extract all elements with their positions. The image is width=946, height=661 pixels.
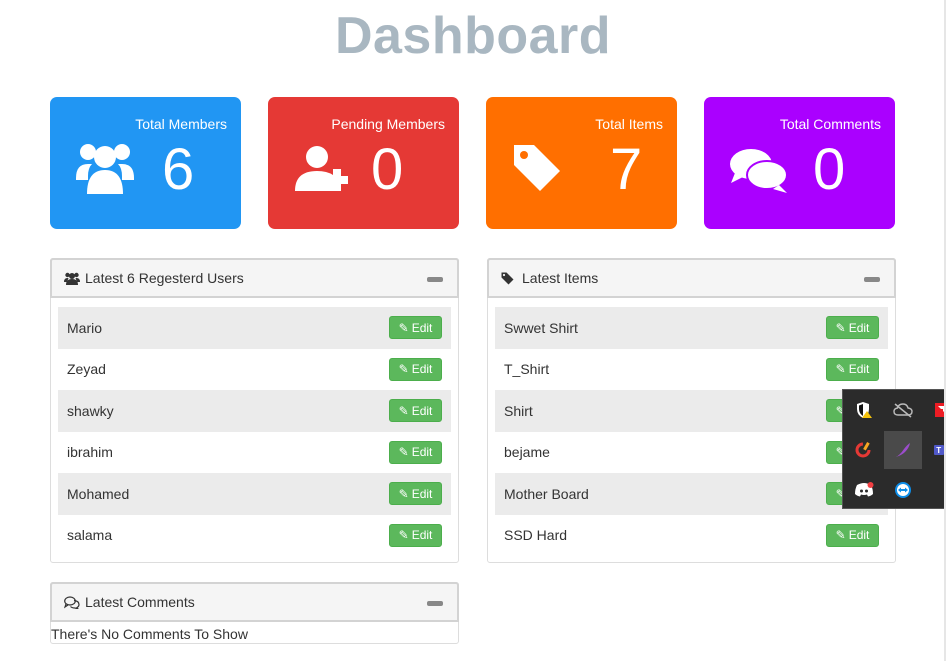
list-item: Shirt ✎Edit xyxy=(495,390,888,432)
item-name: Swwet Shirt xyxy=(504,319,578,336)
panel-heading: Latest Items xyxy=(487,258,896,298)
tag-icon xyxy=(501,271,517,285)
panel-title: Latest Items xyxy=(522,270,599,286)
collapse-icon[interactable] xyxy=(864,277,880,282)
edit-icon: ✎ xyxy=(835,362,846,377)
edit-button[interactable]: ✎Edit xyxy=(389,440,442,464)
stat-value: 6 xyxy=(162,137,195,202)
svg-text:T: T xyxy=(936,446,941,455)
item-name: bejame xyxy=(504,444,550,461)
stat-label: Pending Members xyxy=(331,116,445,132)
list-item: Swwet Shirt ✎ Edit xyxy=(495,307,888,349)
edit-button[interactable]: ✎Edit xyxy=(389,482,442,506)
security-warning-icon[interactable] xyxy=(845,391,883,429)
edit-icon: ✎ xyxy=(398,362,409,377)
edit-icon: ✎ xyxy=(835,320,846,335)
edit-icon: ✎ xyxy=(835,528,846,543)
stat-value: 0 xyxy=(371,137,404,202)
latest-users-panel: Latest 6 Regesterd Users Mario ✎ Edit Zey… xyxy=(50,258,459,563)
item-name: Mother Board xyxy=(504,485,589,502)
comments-icon xyxy=(730,149,788,193)
feather-icon[interactable] xyxy=(884,431,922,469)
latest-comments-panel: Latest Comments There's No Comments To S… xyxy=(50,582,459,644)
edit-icon: ✎ xyxy=(398,486,409,501)
ccleaner-icon[interactable] xyxy=(845,431,883,469)
list-item: Mohamed ✎ Edit xyxy=(58,473,451,515)
stat-pending-members[interactable]: Pending Members 0 xyxy=(268,97,459,229)
user-name: ibrahim xyxy=(67,444,113,461)
empty-message: There's No Comments To Show xyxy=(51,626,248,642)
collapse-icon[interactable] xyxy=(427,277,443,282)
user-name: salama xyxy=(67,527,113,544)
stat-label: Total Items xyxy=(595,116,663,132)
edit-icon: ✎ xyxy=(398,403,409,418)
stat-value: 0 xyxy=(813,137,846,202)
user-name: Zeyad xyxy=(67,361,106,378)
list-item: Mario ✎ Edit xyxy=(58,307,451,349)
stat-total-items[interactable]: Total Items 7 xyxy=(486,97,677,229)
list-item: shawky ✎ Edit xyxy=(58,390,451,432)
stat-label: Total Comments xyxy=(779,116,881,132)
list-item: T_Shirt ✎ Edit xyxy=(495,349,888,391)
edit-button[interactable]: ✎Edit xyxy=(389,399,442,423)
latest-items-panel: Latest Items Swwet Shirt ✎ Edit T_Shirt ✎… xyxy=(487,258,896,563)
user-name: shawky xyxy=(67,402,114,419)
teams-icon[interactable]: T xyxy=(923,431,946,469)
list-item: Mother Board ✎Edit xyxy=(495,473,888,515)
user-plus-icon xyxy=(295,146,348,191)
tag-icon xyxy=(514,145,560,191)
list-item: bejame ✎Edit xyxy=(495,432,888,474)
stat-total-comments[interactable]: Total Comments 0 xyxy=(704,97,895,229)
users-icon xyxy=(64,271,80,285)
user-name: Mario xyxy=(67,319,103,336)
discord-icon[interactable] xyxy=(845,471,883,509)
users-icon xyxy=(76,144,134,194)
page-title: Dashboard xyxy=(334,7,612,65)
panel-title: Latest Comments xyxy=(85,594,195,610)
edit-icon: ✎ xyxy=(398,320,409,335)
stat-value: 7 xyxy=(610,137,643,202)
edit-icon: ✎ xyxy=(398,528,409,543)
user-name: Mohamed xyxy=(67,485,130,502)
system-tray-overflow: T xyxy=(842,389,946,509)
list-item: salama ✎ Edit xyxy=(58,515,451,557)
edit-button[interactable]: ✎Edit xyxy=(826,316,879,340)
amd-icon[interactable] xyxy=(923,391,946,429)
item-name: SSD Hard xyxy=(504,527,568,544)
list-item: Zeyad ✎ Edit xyxy=(58,349,451,391)
edit-button[interactable]: ✎Edit xyxy=(389,357,442,381)
panel-heading: Latest Comments xyxy=(50,582,459,622)
panel-heading: Latest 6 Regesterd Users xyxy=(50,258,459,298)
panel-title: Latest 6 Regesterd Users xyxy=(85,270,244,286)
edit-button[interactable]: ✎Edit xyxy=(826,357,879,381)
collapse-icon[interactable] xyxy=(427,601,443,606)
teamviewer-icon[interactable] xyxy=(884,471,922,509)
list-item: ibrahim ✎ Edit xyxy=(58,432,451,474)
users-list: Mario ✎ Edit Zeyad ✎ Edit shawky ✎ Edit ibr… xyxy=(58,307,451,556)
cloud-off-icon[interactable] xyxy=(884,391,922,429)
stat-total-members[interactable]: Total Members 6 xyxy=(50,97,241,229)
comments-icon xyxy=(64,595,80,609)
list-item: SSD Hard ✎ Edit xyxy=(495,515,888,557)
edit-icon: ✎ xyxy=(398,445,409,460)
item-name: Shirt xyxy=(504,402,533,419)
stat-label: Total Members xyxy=(135,116,227,132)
edit-button[interactable]: ✎Edit xyxy=(389,316,442,340)
item-name: T_Shirt xyxy=(504,361,550,378)
edit-button[interactable]: ✎Edit xyxy=(389,523,442,547)
edit-button[interactable]: ✎Edit xyxy=(826,523,879,547)
items-list: Swwet Shirt ✎Edit T_Shirt ✎Edit Shirt ✎E… xyxy=(495,307,888,556)
